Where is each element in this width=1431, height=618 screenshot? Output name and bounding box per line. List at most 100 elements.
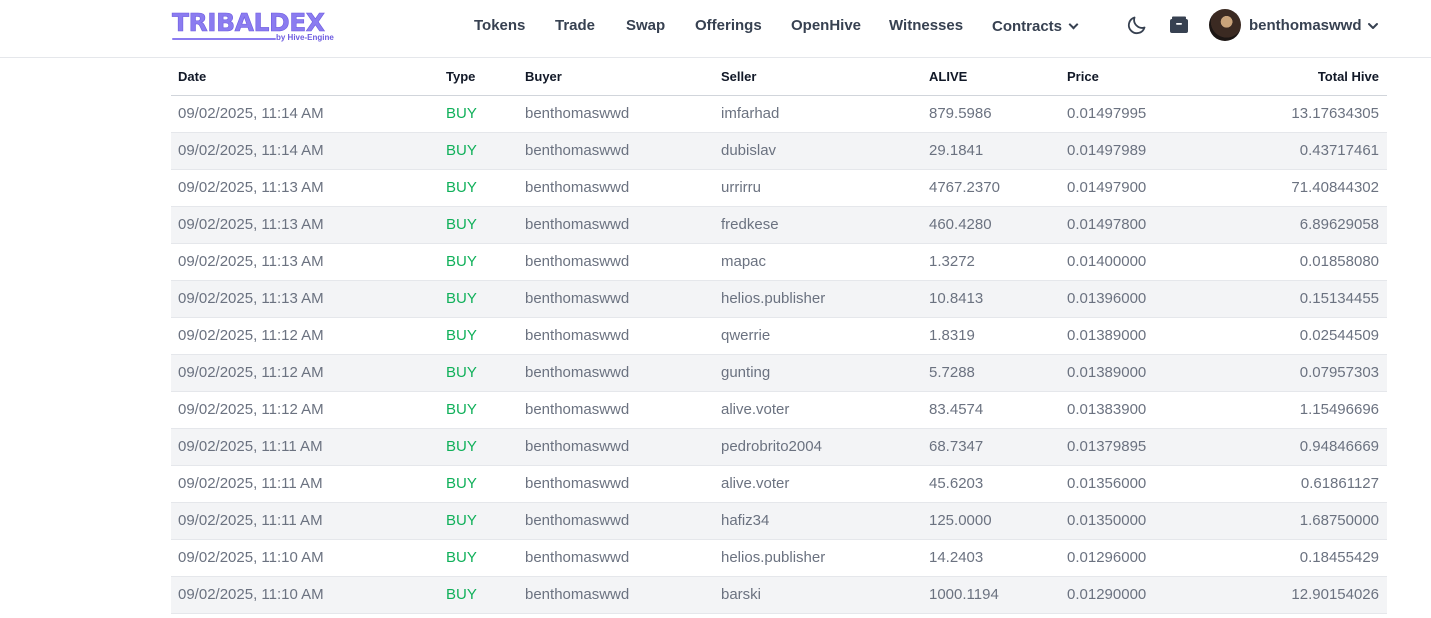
user-menu-chevron[interactable]: [1367, 19, 1379, 37]
user-name[interactable]: benthomaswwd: [1249, 16, 1362, 36]
nav-trade[interactable]: Trade: [555, 16, 595, 36]
cell-seller: imfarhad: [714, 95, 922, 133]
cell-alive: 879.5986: [922, 95, 1060, 133]
trade-history-table: Date Type Buyer Seller ALIVE Price Total…: [171, 58, 1387, 614]
cell-total-hive: 1.68750000: [1210, 502, 1387, 540]
cell-buyer: benthomaswwd: [518, 95, 714, 133]
cell-price: 0.01497989: [1060, 132, 1210, 170]
cell-type: BUY: [439, 243, 518, 281]
table-header-row: Date Type Buyer Seller ALIVE Price Total…: [171, 58, 1387, 96]
cell-price: 0.01379895: [1060, 428, 1210, 466]
cell-total-hive: 0.02544509: [1210, 317, 1387, 355]
nav-witnesses[interactable]: Witnesses: [889, 16, 963, 36]
cell-price: 0.01497800: [1060, 206, 1210, 244]
cell-alive: 29.1841: [922, 132, 1060, 170]
wallet-button[interactable]: [1167, 13, 1191, 37]
cell-date: 09/02/2025, 11:10 AM: [171, 539, 439, 577]
cell-date: 09/02/2025, 11:12 AM: [171, 317, 439, 355]
logo-subtitle: by Hive-Engine: [276, 33, 334, 42]
cell-price: 0.01396000: [1060, 280, 1210, 318]
cell-type: BUY: [439, 280, 518, 318]
cell-alive: 4767.2370: [922, 169, 1060, 207]
cell-type: BUY: [439, 317, 518, 355]
chevron-down-icon: [1368, 23, 1378, 29]
cell-buyer: benthomaswwd: [518, 280, 714, 318]
nav-openhive[interactable]: OpenHive: [791, 16, 861, 36]
cell-buyer: benthomaswwd: [518, 132, 714, 170]
col-header-type[interactable]: Type: [439, 58, 518, 96]
cell-date: 09/02/2025, 11:13 AM: [171, 206, 439, 244]
cell-total-hive: 71.40844302: [1210, 169, 1387, 207]
cell-type: BUY: [439, 539, 518, 577]
cell-seller: gunting: [714, 354, 922, 392]
cell-alive: 83.4574: [922, 391, 1060, 429]
cell-price: 0.01356000: [1060, 465, 1210, 503]
cell-total-hive: 13.17634305: [1210, 95, 1387, 133]
logo-underline: [172, 38, 276, 40]
col-header-buyer[interactable]: Buyer: [518, 58, 714, 96]
nav-swap[interactable]: Swap: [626, 16, 665, 36]
nav-tokens[interactable]: Tokens: [474, 16, 525, 36]
table-row: 09/02/2025, 11:11 AM BUY benthomaswwd alive…: [171, 465, 1387, 503]
user-avatar[interactable]: [1209, 9, 1241, 41]
table-row: 09/02/2025, 11:14 AM BUY benthomaswwd imfar…: [171, 95, 1387, 133]
cell-type: BUY: [439, 576, 518, 614]
cell-price: 0.01383900: [1060, 391, 1210, 429]
cell-buyer: benthomaswwd: [518, 243, 714, 281]
nav-offerings[interactable]: Offerings: [695, 16, 762, 36]
cell-date: 09/02/2025, 11:12 AM: [171, 391, 439, 429]
cell-buyer: benthomaswwd: [518, 391, 714, 429]
cell-date: 09/02/2025, 11:13 AM: [171, 243, 439, 281]
cell-seller: pedrobrito2004: [714, 428, 922, 466]
col-header-seller[interactable]: Seller: [714, 58, 922, 96]
cell-date: 09/02/2025, 11:11 AM: [171, 428, 439, 466]
cell-date: 09/02/2025, 11:13 AM: [171, 169, 439, 207]
cell-total-hive: 0.07957303: [1210, 354, 1387, 392]
cell-price: 0.01290000: [1060, 576, 1210, 614]
cell-alive: 5.7288: [922, 354, 1060, 392]
cell-seller: dubislav: [714, 132, 922, 170]
nav-contracts-dropdown[interactable]: Contracts: [992, 17, 1079, 37]
table-row: 09/02/2025, 11:13 AM BUY benthomaswwd mapac…: [171, 243, 1387, 281]
cell-buyer: benthomaswwd: [518, 169, 714, 207]
cell-date: 09/02/2025, 11:10 AM: [171, 576, 439, 614]
cell-price: 0.01296000: [1060, 539, 1210, 577]
cell-alive: 45.6203: [922, 465, 1060, 503]
cell-type: BUY: [439, 354, 518, 392]
table-row: 09/02/2025, 11:11 AM BUY benthomaswwd hafiz…: [171, 502, 1387, 540]
col-header-alive[interactable]: ALIVE: [922, 58, 1060, 96]
cell-alive: 125.0000: [922, 502, 1060, 540]
top-navbar: TRIBALDEX by Hive-Engine Tokens Trade Sw…: [0, 0, 1431, 58]
cell-seller: barski: [714, 576, 922, 614]
cell-buyer: benthomaswwd: [518, 206, 714, 244]
table-row: 09/02/2025, 11:12 AM BUY benthomaswwd alive…: [171, 391, 1387, 429]
cell-seller: helios.publisher: [714, 280, 922, 318]
cell-seller: helios.publisher: [714, 539, 922, 577]
cell-alive: 460.4280: [922, 206, 1060, 244]
cell-buyer: benthomaswwd: [518, 576, 714, 614]
col-header-price[interactable]: Price: [1060, 58, 1210, 96]
cell-price: 0.01350000: [1060, 502, 1210, 540]
trade-history-table-container: Date Type Buyer Seller ALIVE Price Total…: [171, 58, 1387, 614]
cell-alive: 1.8319: [922, 317, 1060, 355]
cell-total-hive: 12.90154026: [1210, 576, 1387, 614]
cell-total-hive: 0.01858080: [1210, 243, 1387, 281]
cell-total-hive: 0.94846669: [1210, 428, 1387, 466]
table-row: 09/02/2025, 11:13 AM BUY benthomaswwd helio…: [171, 280, 1387, 318]
cell-total-hive: 1.15496696: [1210, 391, 1387, 429]
cell-total-hive: 0.61861127: [1210, 465, 1387, 503]
cell-seller: alive.voter: [714, 465, 922, 503]
wallet-icon: [1170, 16, 1188, 33]
theme-toggle-button[interactable]: [1125, 13, 1149, 37]
cell-buyer: benthomaswwd: [518, 354, 714, 392]
col-header-total-hive[interactable]: Total Hive: [1210, 58, 1387, 96]
tribaldex-logo[interactable]: TRIBALDEX by Hive-Engine: [172, 8, 337, 44]
cell-seller: qwerrie: [714, 317, 922, 355]
cell-type: BUY: [439, 465, 518, 503]
table-row: 09/02/2025, 11:10 AM BUY benthomaswwd barsk…: [171, 576, 1387, 614]
col-header-date[interactable]: Date: [171, 58, 439, 96]
moon-icon: [1127, 16, 1146, 35]
table-row: 09/02/2025, 11:13 AM BUY benthomaswwd urrir…: [171, 169, 1387, 207]
cell-seller: mapac: [714, 243, 922, 281]
table-row: 09/02/2025, 11:12 AM BUY benthomaswwd gunti…: [171, 354, 1387, 392]
